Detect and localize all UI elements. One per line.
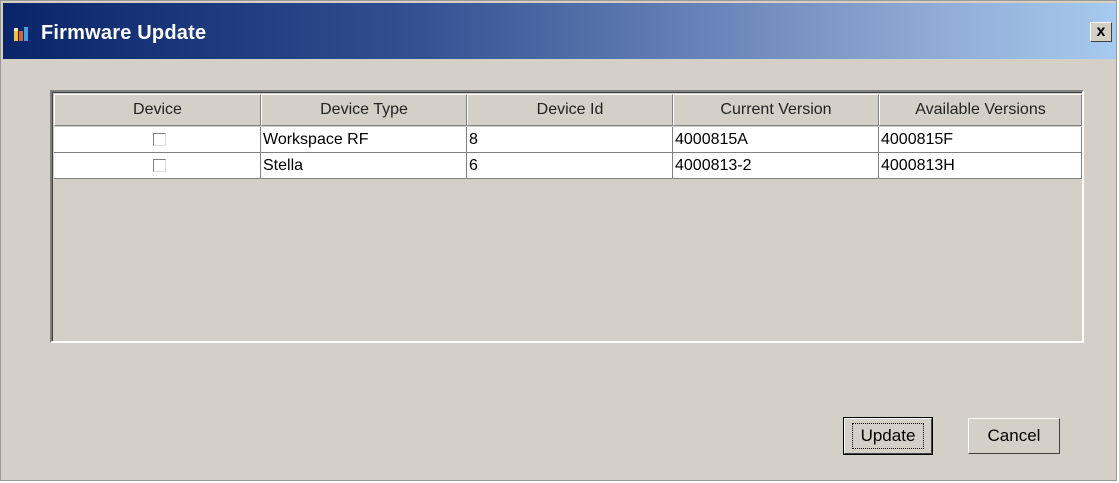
device-type-cell: Workspace RF [261, 127, 467, 153]
column-header-device-type[interactable]: Device Type [261, 94, 467, 126]
column-header-device-id[interactable]: Device Id [467, 94, 673, 126]
title-bar[interactable]: Firmware Update x [3, 3, 1116, 59]
close-icon: x [1096, 23, 1106, 40]
available-versions-cell[interactable]: 4000815F [879, 127, 1082, 153]
device-checkbox[interactable] [152, 133, 166, 146]
update-button[interactable]: Update [843, 417, 933, 455]
device-cell[interactable] [54, 127, 261, 153]
device-checkbox[interactable] [152, 159, 166, 172]
column-header-available-versions[interactable]: Available Versions [879, 94, 1082, 126]
column-header-current-version[interactable]: Current Version [673, 94, 879, 126]
current-version-cell: 4000813-2 [673, 153, 879, 179]
available-versions-cell[interactable]: 4000813H [879, 153, 1082, 179]
device-cell[interactable] [54, 153, 261, 179]
window-title: Firmware Update [41, 22, 207, 44]
firmware-update-dialog: Firmware Update x Device Device Type Dev… [0, 0, 1117, 481]
cancel-button[interactable]: Cancel [968, 418, 1060, 454]
column-header-device[interactable]: Device [54, 94, 261, 126]
device-id-cell: 6 [467, 153, 673, 179]
app-icon [14, 27, 28, 41]
cancel-button-label: Cancel [987, 426, 1041, 445]
device-table: Device Device Type Device Id Current Ver… [50, 90, 1084, 343]
table-row[interactable]: Workspace RF 8 4000815A 4000815F [54, 127, 1082, 153]
device-type-cell: Stella [261, 153, 467, 179]
close-button[interactable]: x [1090, 22, 1112, 42]
device-id-cell: 8 [467, 127, 673, 153]
table-row[interactable]: Stella 6 4000813-2 4000813H [54, 153, 1082, 179]
update-button-label: Update [851, 423, 925, 449]
table-header: Device Device Type Device Id Current Ver… [54, 94, 1082, 126]
current-version-cell: 4000815A [673, 127, 879, 153]
